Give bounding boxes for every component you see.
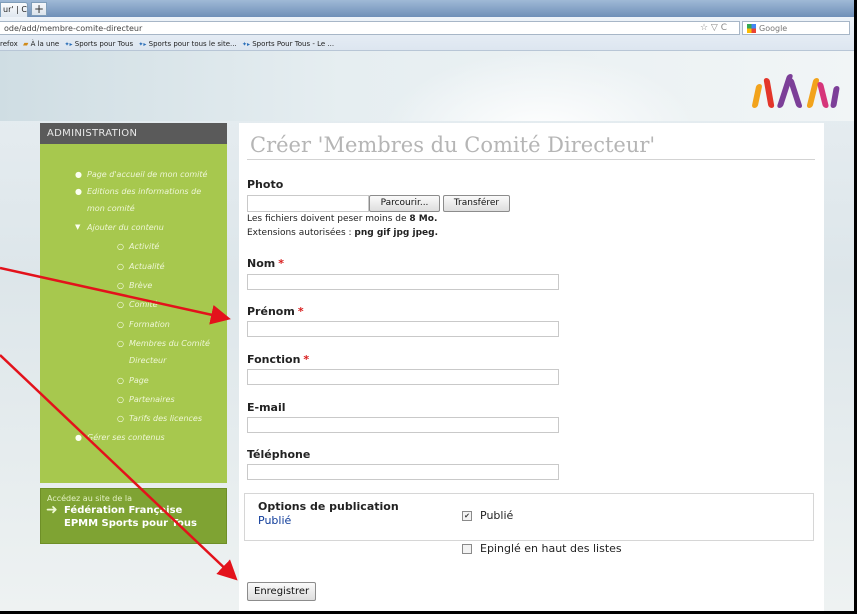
prenom-label: Prénom * xyxy=(247,305,304,318)
site-header xyxy=(0,51,857,121)
address-bar-actions[interactable]: ☆ ▽ C xyxy=(700,21,727,35)
promo-line-1: Fédération Française xyxy=(64,505,183,516)
bullet-icon: ○ xyxy=(117,395,124,404)
sidebar-item-ajouter[interactable]: ▼ Ajouter du contenu xyxy=(75,219,164,236)
folder-icon: ▰ xyxy=(22,40,29,48)
publication-options: Options de publication Publié ✔ Publié Ep… xyxy=(244,493,814,555)
bookmark-item[interactable]: ✦▸ Sports Pour Tous - Le ... xyxy=(242,40,334,48)
browser-tab[interactable]: ur' | C... xyxy=(0,2,28,17)
bullet-icon: ○ xyxy=(117,414,124,423)
publication-options-title: Options de publication xyxy=(258,500,399,513)
expanded-triangle-icon: ▼ xyxy=(75,223,81,231)
sidebar-item-editions-cont[interactable]: mon comité xyxy=(87,200,135,217)
header-wave-decoration xyxy=(380,51,700,121)
bookmark-item[interactable]: ✦▸ Sports pour Tous xyxy=(64,40,133,48)
arrow-right-icon: ➜ xyxy=(46,502,58,518)
federation-link-box[interactable]: Accédez au site de la ➜ Fédération Franç… xyxy=(40,488,227,544)
nom-field[interactable] xyxy=(247,274,559,290)
sidebar-item-page[interactable]: ○ Page xyxy=(117,372,149,389)
sidebar-item-actualite[interactable]: ○ Actualité xyxy=(117,258,164,275)
bookmark-item[interactable]: ▰ À la une xyxy=(23,40,59,48)
bookmark-item[interactable]: ✦▸ Sports pour tous le site... xyxy=(138,40,236,48)
sticky-option[interactable]: Epinglé en haut des listes xyxy=(462,542,622,555)
search-box[interactable]: Google xyxy=(742,21,850,35)
size-help: Les fichiers doivent peser moins de 8 Mo… xyxy=(247,214,438,224)
sidebar-item-partenaires[interactable]: ○ Partenaires xyxy=(117,391,175,408)
bullet-icon: ○ xyxy=(117,281,124,290)
site-logo-figures xyxy=(751,68,842,108)
extensions-help: Extensions autorisées : png gif jpg jpeg… xyxy=(247,228,439,238)
email-field[interactable] xyxy=(247,417,559,433)
nom-label: Nom * xyxy=(247,257,284,270)
address-bar[interactable]: ode/add/membre-comite-directeur xyxy=(0,21,740,35)
browse-button[interactable]: Parcourir... xyxy=(369,195,440,212)
sidebar-item-gerer[interactable]: ● Gérer ses contenus xyxy=(75,429,165,446)
promo-line-2: EPMM Sports pour Tous xyxy=(64,518,197,529)
page-title: Créer 'Membres du Comité Directeur' xyxy=(250,133,656,157)
fonction-label: Fonction * xyxy=(247,353,310,366)
browser-tab-title: ur' | C... xyxy=(3,5,27,14)
address-bar-url: ode/add/membre-comite-directeur xyxy=(4,24,143,33)
new-tab-button[interactable]: + xyxy=(31,2,47,16)
browser-navbar: ode/add/membre-comite-directeur ☆ ▽ C Go… xyxy=(0,17,857,51)
bookmarks-bar: refox ▰ À la une ✦▸ Sports pour Tous ✦▸ … xyxy=(0,39,337,50)
bullet-icon: ○ xyxy=(117,242,124,251)
publication-options-tab[interactable]: Options de publication Publié xyxy=(245,494,445,540)
published-checkbox[interactable]: ✔ xyxy=(462,511,472,521)
sidebar-item-breve[interactable]: ○ Brève xyxy=(117,277,152,294)
bullet-icon: ○ xyxy=(117,320,124,329)
main-content: Créer 'Membres du Comité Directeur' Phot… xyxy=(239,123,824,614)
bullet-icon: ○ xyxy=(117,262,124,271)
required-marker: * xyxy=(303,353,310,366)
bullet-icon: ● xyxy=(75,170,82,179)
rss-icon: ✦▸ xyxy=(138,41,147,48)
telephone-label: Téléphone xyxy=(247,448,311,461)
bullet-icon: ● xyxy=(75,187,82,196)
save-button[interactable]: Enregistrer xyxy=(247,582,317,601)
fonction-field[interactable] xyxy=(247,369,559,385)
upload-button[interactable]: Transférer xyxy=(443,195,510,212)
sidebar-item-accueil[interactable]: ● Page d'accueil de mon comité xyxy=(75,166,207,183)
promo-intro: Accédez au site de la xyxy=(47,494,132,503)
browser-tab-bar: ur' | C... + xyxy=(0,0,857,17)
sidebar-item-membres-cont[interactable]: Directeur xyxy=(129,352,166,369)
sticky-checkbox[interactable] xyxy=(462,544,472,554)
bullet-icon: ○ xyxy=(117,300,124,309)
bookmark-item[interactable]: refox xyxy=(0,40,18,48)
rss-icon: ✦▸ xyxy=(64,41,73,48)
bullet-icon: ○ xyxy=(117,339,124,348)
title-divider xyxy=(247,159,815,160)
telephone-field[interactable] xyxy=(247,464,559,480)
sidebar-item-tarifs[interactable]: ○ Tarifs des licences xyxy=(117,410,202,427)
published-option[interactable]: ✔ Publié xyxy=(462,509,513,522)
bullet-icon: ○ xyxy=(117,376,124,385)
rss-icon: ✦▸ xyxy=(241,41,250,48)
photo-label: Photo xyxy=(247,178,284,191)
required-marker: * xyxy=(278,257,284,270)
sidebar-item-activite[interactable]: ○ Activité xyxy=(117,238,159,255)
search-placeholder: Google xyxy=(759,24,788,33)
sidebar-item-comite[interactable]: ○ Comité xyxy=(117,296,158,313)
sidebar-item-membres[interactable]: ○ Membres du Comité xyxy=(117,335,210,352)
prenom-field[interactable] xyxy=(247,321,559,337)
bullet-icon: ● xyxy=(75,433,82,442)
sidebar-item-formation[interactable]: ○ Formation xyxy=(117,316,170,333)
publication-summary: Publié xyxy=(258,514,292,527)
google-icon xyxy=(747,24,756,33)
sidebar-item-editions[interactable]: ● Editions des informations de xyxy=(75,183,201,200)
required-marker: * xyxy=(297,305,304,318)
sidebar-title: ADMINISTRATION xyxy=(40,123,227,144)
file-path-field[interactable] xyxy=(247,195,369,212)
email-label: E-mail xyxy=(247,401,286,414)
